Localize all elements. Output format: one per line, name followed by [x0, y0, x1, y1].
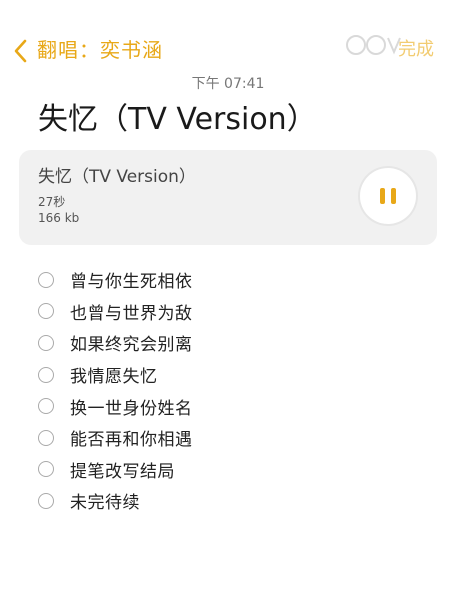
checklist-item-text[interactable]: 曾与你生死相依 — [70, 267, 193, 292]
audio-size: 166 kb — [38, 211, 80, 225]
checklist-item: 能否再和你相遇 — [38, 422, 193, 454]
checkbox[interactable] — [38, 492, 54, 509]
note-title[interactable]: 失忆（TV Version） — [38, 98, 317, 142]
done-button[interactable]: 完成 — [398, 38, 434, 62]
audio-attachment-card[interactable]: 失忆（TV Version） 27秒 166 kb — [19, 150, 437, 245]
checkbox[interactable] — [38, 334, 54, 351]
checklist-item: 曾与你生死相依 — [38, 264, 193, 296]
checklist-item: 如果终究会别离 — [38, 327, 193, 359]
checkbox[interactable] — [38, 271, 54, 288]
checklist: 曾与你生死相依 也曾与世界为敌 如果终究会别离 我情愿失忆 换一世身份姓名 能否… — [38, 264, 193, 517]
checklist-item-text[interactable]: 提笔改写结局 — [70, 457, 175, 482]
audio-duration: 27秒 — [38, 195, 66, 209]
checklist-item-text[interactable]: 能否再和你相遇 — [70, 425, 193, 450]
pause-icon — [391, 188, 396, 204]
checklist-item: 也曾与世界为敌 — [38, 296, 193, 328]
checklist-item-text[interactable]: 也曾与世界为敌 — [70, 299, 193, 324]
chevron-left-icon[interactable] — [11, 38, 33, 64]
checklist-item-text[interactable]: 换一世身份姓名 — [70, 394, 193, 419]
checklist-item-text[interactable]: 如果终究会别离 — [70, 330, 193, 355]
timestamp: 下午 07:41 — [191, 76, 265, 92]
checklist-item: 提笔改写结局 — [38, 454, 193, 486]
header-title[interactable]: 翻唱：奕书涵 — [37, 36, 163, 64]
checklist-item: 我情愿失忆 — [38, 359, 193, 391]
pause-button[interactable] — [360, 168, 416, 224]
checklist-item-text[interactable]: 我情愿失忆 — [70, 362, 158, 387]
checklist-item-text[interactable]: 未完待续 — [70, 488, 140, 513]
checkbox[interactable] — [38, 429, 54, 446]
checklist-item: 未完待续 — [38, 485, 193, 517]
checkbox[interactable] — [38, 461, 54, 478]
checklist-item: 换一世身份姓名 — [38, 390, 193, 422]
checkbox[interactable] — [38, 366, 54, 383]
checkbox[interactable] — [38, 398, 54, 415]
checkbox[interactable] — [38, 303, 54, 320]
audio-name: 失忆（TV Version） — [38, 167, 196, 187]
pause-icon — [380, 188, 385, 204]
